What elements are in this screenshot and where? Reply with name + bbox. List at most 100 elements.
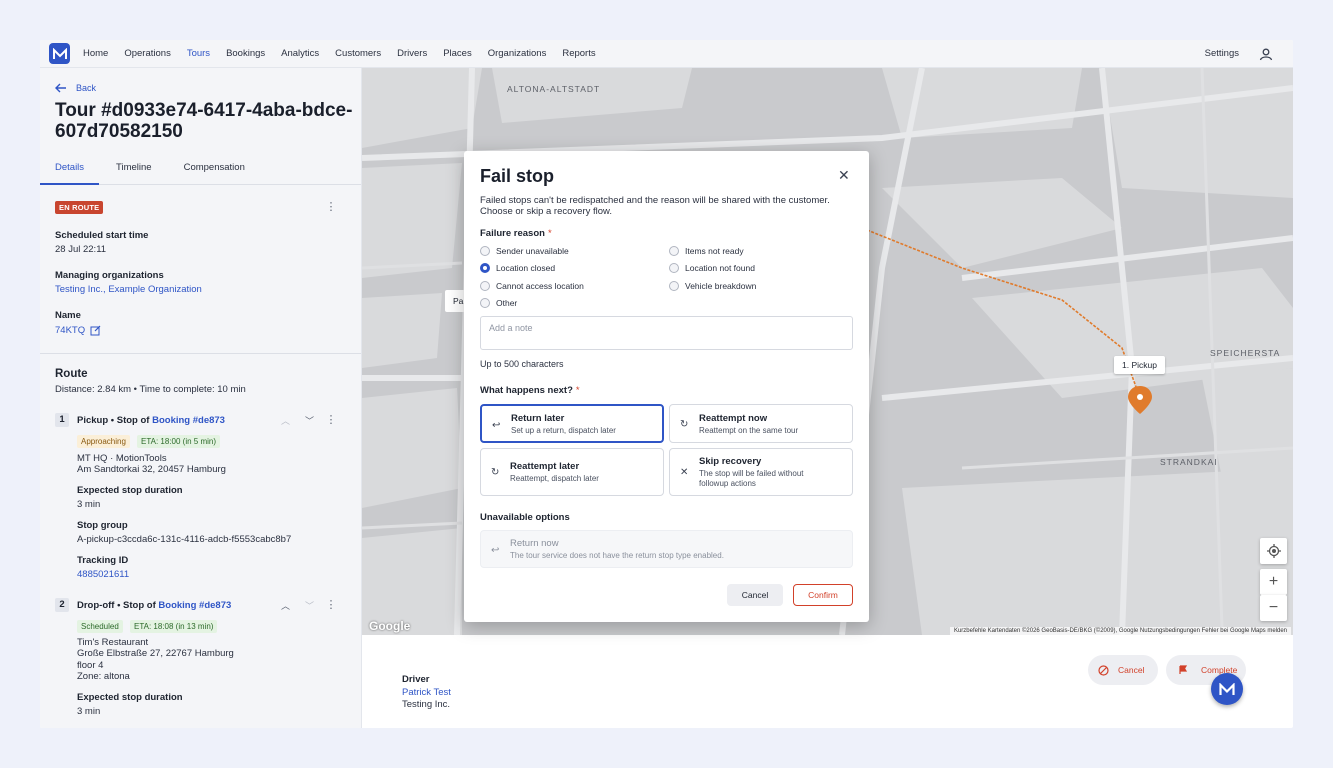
option-sub: Reattempt on the same tour xyxy=(699,426,799,435)
tab-timeline[interactable]: Timeline xyxy=(101,152,167,185)
org-link-testing[interactable]: Testing Inc., xyxy=(55,284,106,295)
nav-tours[interactable]: Tours xyxy=(187,48,210,59)
booking-link[interactable]: Booking #de873 xyxy=(158,600,231,611)
stop-address: Am Sandtorkai 32, 20457 Hamburg xyxy=(77,464,226,475)
stop-heading: Drop-off • Stop of Booking #de873 xyxy=(77,600,231,611)
option-reattempt-now[interactable]: ↻ Reattempt now Reattempt on the same tou… xyxy=(669,404,853,443)
failure-reason-label: Failure reason * xyxy=(480,228,552,239)
stop-address: Große Elbstraße 27, 22767 Hamburg xyxy=(77,648,234,659)
stop-number: 2 xyxy=(55,598,69,612)
close-icon[interactable]: ✕ xyxy=(838,167,850,184)
reason-radio[interactable]: Location not found xyxy=(669,263,755,273)
radio-dot[interactable] xyxy=(669,263,679,273)
radio-dot[interactable] xyxy=(669,281,679,291)
zoom-out-button[interactable]: − xyxy=(1260,595,1287,621)
orgs-label: Managing organizations xyxy=(55,270,164,281)
nav-operations[interactable]: Operations xyxy=(124,48,170,59)
chevron-down-icon[interactable]: ﹀ xyxy=(305,599,314,612)
tracking-label: Tracking ID xyxy=(77,555,129,566)
driver-link[interactable]: Patrick Test xyxy=(402,687,451,698)
nav-home[interactable]: Home xyxy=(83,48,108,59)
detail-tabs: Details Timeline Compensation xyxy=(40,152,361,185)
option-sub: Set up a return, dispatch later xyxy=(511,426,616,435)
radio-dot[interactable] xyxy=(480,281,490,291)
tab-compensation[interactable]: Compensation xyxy=(169,152,260,185)
nav-items: Home Operations Tours Bookings Analytics… xyxy=(83,48,612,59)
note-hint: Up to 500 characters xyxy=(480,359,564,369)
nav-customers[interactable]: Customers xyxy=(335,48,381,59)
tour-name[interactable]: 74KTQ xyxy=(55,325,85,336)
my-location-button[interactable] xyxy=(1260,538,1287,564)
radio-dot-selected[interactable] xyxy=(480,263,490,273)
reason-radio[interactable]: Vehicle breakdown xyxy=(669,281,756,291)
cancel-tour-button[interactable]: Cancel xyxy=(1088,655,1158,685)
option-sub: The stop will be failed without followup… xyxy=(699,469,804,488)
reason-label: Other xyxy=(496,298,518,308)
fail-stop-dialog: Fail stop ✕ Failed stops can't be redisp… xyxy=(464,151,869,622)
radio-dot[interactable] xyxy=(480,246,490,256)
radio-dot[interactable] xyxy=(480,298,490,308)
dialog-title: Fail stop xyxy=(480,166,555,186)
cancel-button[interactable]: Cancel xyxy=(727,584,783,606)
reason-radio[interactable]: Other xyxy=(480,298,517,308)
stop-status-badge: Approaching xyxy=(77,435,130,448)
org-link-example[interactable]: Example Organization xyxy=(108,284,201,295)
status-badge: EN ROUTE xyxy=(55,201,104,214)
route-summary: Distance: 2.84 km • Time to complete: 10… xyxy=(55,384,246,395)
nav-organizations[interactable]: Organizations xyxy=(488,48,547,59)
tracking-value[interactable]: 4885021611 xyxy=(77,569,129,580)
stop-more-icon[interactable]: ⋮ xyxy=(325,599,337,611)
chevron-down-icon[interactable]: ﹀ xyxy=(305,414,314,427)
nav-reports[interactable]: Reports xyxy=(562,48,595,59)
eta-badge: ETA: 18:08 (in 13 min) xyxy=(130,620,218,633)
chevron-up-icon[interactable]: ︿ xyxy=(281,599,290,612)
option-sub: The tour service does not have the retur… xyxy=(510,551,724,560)
reason-radio[interactable]: Items not ready xyxy=(669,246,744,256)
app-logo[interactable] xyxy=(49,43,70,64)
option-return-later[interactable]: ↩ Return later Set up a return, dispatch … xyxy=(480,404,664,443)
chevron-up-icon[interactable]: ︿ xyxy=(281,414,290,427)
dialog-description: Failed stops can't be redispatched and t… xyxy=(480,195,830,217)
return-icon: ↩ xyxy=(491,545,500,556)
nav-settings[interactable]: Settings xyxy=(1205,48,1239,59)
reason-radio[interactable]: Cannot access location xyxy=(480,281,584,291)
stop-more-icon[interactable]: ⋮ xyxy=(325,414,337,426)
note-field[interactable]: Add a note xyxy=(480,316,853,350)
route-title: Route xyxy=(55,368,88,380)
tour-more-icon[interactable]: ⋮ xyxy=(325,201,337,213)
scheduled-value: 28 Jul 22:11 xyxy=(55,244,107,255)
user-icon[interactable] xyxy=(1259,47,1273,61)
option-reattempt-later[interactable]: ↻ Reattempt later Reattempt, dispatch lat… xyxy=(480,448,664,496)
option-skip-recovery[interactable]: ✕ Skip recovery The stop will be failed w… xyxy=(669,448,853,496)
option-title: Reattempt now xyxy=(699,413,768,424)
nav-places[interactable]: Places xyxy=(443,48,472,59)
name-value-row: 74KTQ xyxy=(55,325,101,336)
plus-icon: + xyxy=(1268,573,1279,590)
nav-analytics[interactable]: Analytics xyxy=(281,48,319,59)
duration-value: 3 min xyxy=(77,499,101,510)
option-sub: Reattempt, dispatch later xyxy=(510,474,599,483)
option-title: Return now xyxy=(510,538,559,549)
stop-zone: Zone: altona xyxy=(77,671,130,682)
return-icon: ↩ xyxy=(492,420,501,431)
radio-dot[interactable] xyxy=(669,246,679,256)
option-return-now-disabled: ↩ Return now The tour service does not ha… xyxy=(480,530,853,568)
map-attribution[interactable]: Kurzbefehle Kartendaten ©2026 GeoBasis-D… xyxy=(949,627,1291,635)
orgs-value: Testing Inc., Example Organization xyxy=(55,284,202,295)
zoom-in-button[interactable]: + xyxy=(1260,569,1287,595)
reason-radio[interactable]: Sender unavailable xyxy=(480,246,569,256)
stop-heading: Pickup • Stop of Booking #de873 xyxy=(77,415,225,426)
pickup-tooltip[interactable]: 1. Pickup xyxy=(1114,356,1165,374)
confirm-button[interactable]: Confirm xyxy=(793,584,853,606)
edit-icon[interactable] xyxy=(90,325,101,336)
logo-icon xyxy=(1219,682,1235,695)
back-link[interactable]: Back xyxy=(55,83,96,93)
driver-label: Driver xyxy=(402,674,430,685)
reason-radio[interactable]: Location closed xyxy=(480,263,555,273)
google-logo: Google xyxy=(369,619,411,633)
booking-link[interactable]: Booking #de873 xyxy=(152,415,225,426)
nav-bookings[interactable]: Bookings xyxy=(226,48,265,59)
tab-details[interactable]: Details xyxy=(40,152,100,185)
assistant-fab[interactable] xyxy=(1211,673,1243,705)
nav-drivers[interactable]: Drivers xyxy=(397,48,427,59)
